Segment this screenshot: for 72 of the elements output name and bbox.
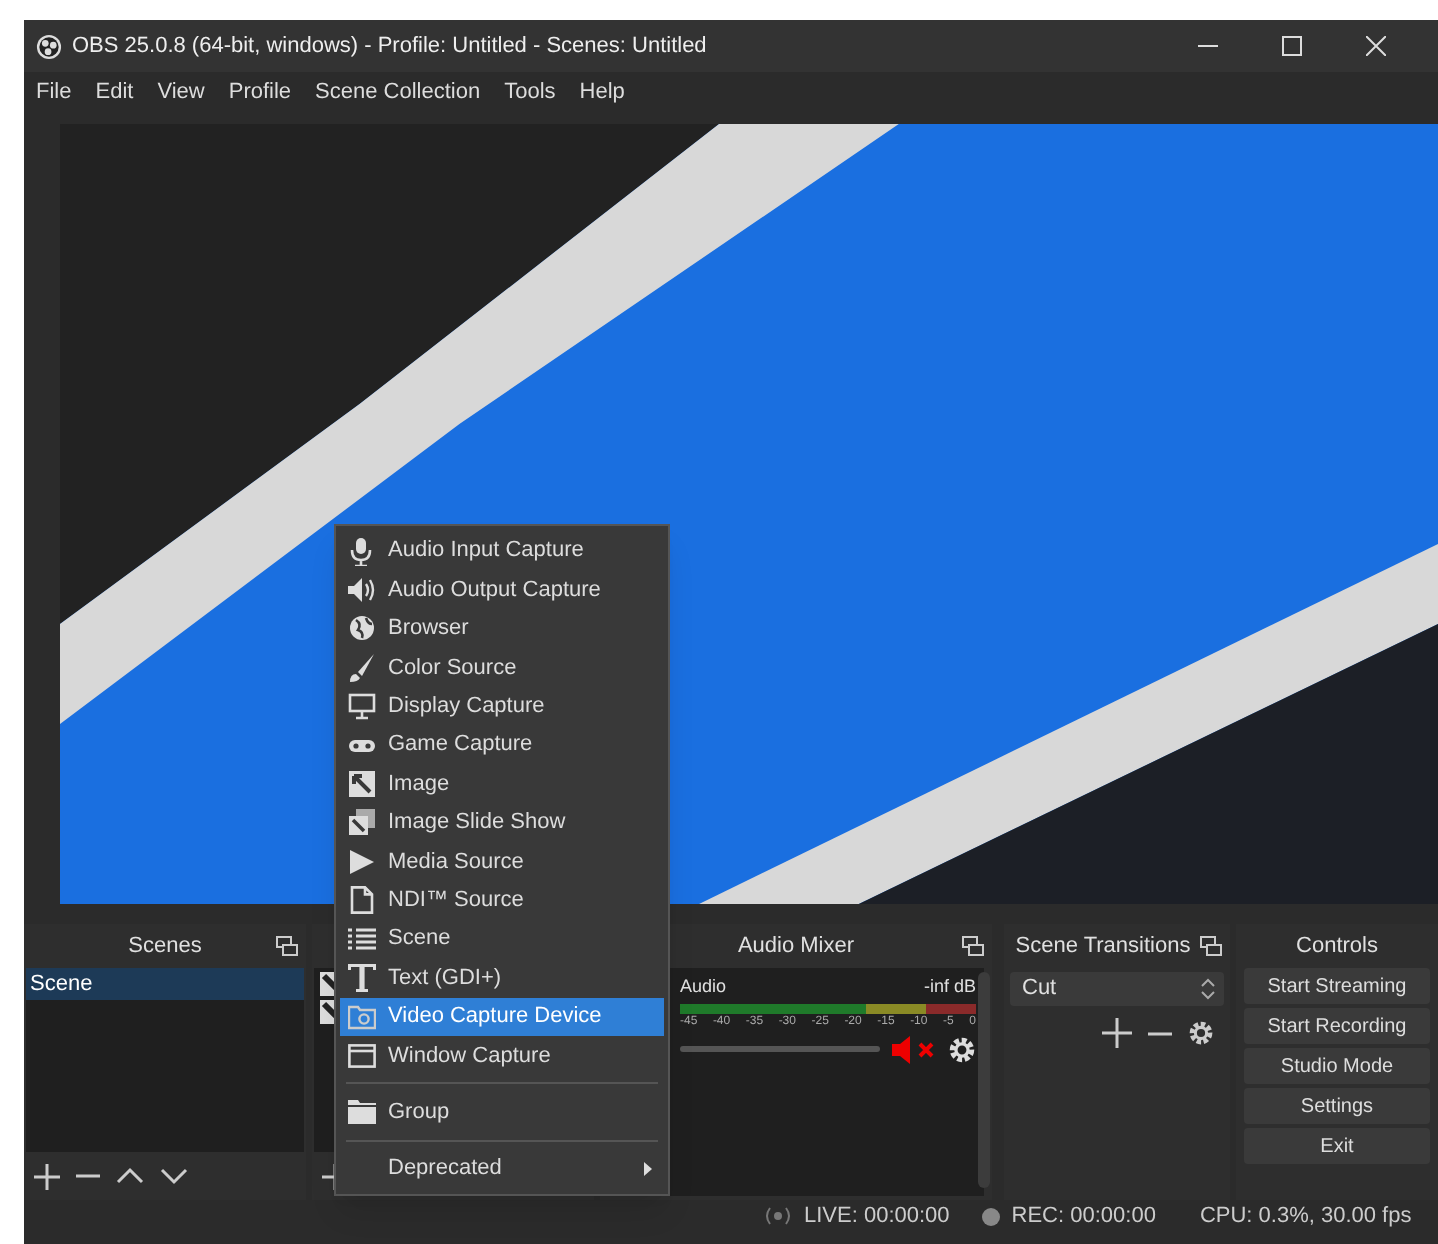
document-icon	[348, 886, 376, 915]
globe-icon	[348, 614, 376, 643]
control-button[interactable]: Start Streaming	[1244, 968, 1430, 1004]
undock-icon[interactable]	[962, 936, 984, 956]
menu-item[interactable]: Image Slide Show	[340, 803, 664, 843]
menu-item[interactable]: NDI™ Source	[340, 881, 664, 920]
menu-item[interactable]: Game Capture	[340, 725, 664, 765]
menu-item[interactable]: Group	[340, 1092, 664, 1132]
control-button[interactable]: Exit	[1244, 1128, 1430, 1164]
menu-item[interactable]: Text (GDI+)	[340, 958, 664, 998]
panel-title: Scenes	[128, 931, 202, 962]
menu-item[interactable]: Window Capture	[340, 1036, 664, 1075]
cpu-status: CPU: 0.3%, 30.00 fps	[1199, 1201, 1412, 1232]
track-name: Audio	[680, 974, 727, 1000]
microphone-icon	[348, 537, 376, 566]
monitor-icon	[348, 692, 376, 721]
maximize-icon[interactable]	[1282, 36, 1302, 56]
menu-item[interactable]: Image	[340, 764, 664, 804]
play-icon	[348, 847, 376, 876]
menu-item[interactable]: Media Source	[340, 842, 664, 882]
move-down-icon[interactable]	[160, 1166, 188, 1186]
panel-title: Audio Mixer	[737, 931, 855, 962]
menu-item[interactable]: Browser	[340, 609, 664, 649]
menu-item[interactable]: Audio Output Capture	[340, 570, 664, 610]
muted-speaker-icon[interactable]	[892, 1035, 936, 1063]
control-button[interactable]: Studio Mode	[1244, 1048, 1430, 1084]
image-icon	[348, 770, 376, 799]
menu-item[interactable]: Tools	[504, 75, 556, 109]
app-logo-icon	[36, 33, 62, 59]
add-icon[interactable]	[1102, 1018, 1132, 1048]
window-icon	[348, 1041, 376, 1070]
slideshow-icon	[348, 808, 376, 837]
menu-item[interactable]: Color Source	[340, 648, 664, 688]
menu-item[interactable]: Video Capture Device	[340, 997, 664, 1037]
scene-item[interactable]: Scene	[26, 968, 304, 1000]
panel-title: Controls	[1296, 931, 1378, 962]
broadcast-icon	[764, 1206, 792, 1226]
menu-item[interactable]: Display Capture	[340, 687, 664, 726]
close-icon[interactable]	[1366, 36, 1386, 56]
folder-icon	[348, 1098, 376, 1127]
transition-dropdown[interactable]: Cut	[1010, 972, 1224, 1006]
menu-item[interactable]: Deprecated	[340, 1149, 664, 1189]
text-icon	[348, 963, 376, 992]
undock-icon[interactable]	[276, 936, 298, 956]
menu-item[interactable]: Help	[579, 75, 625, 109]
menu-item[interactable]: Audio Input Capture	[340, 532, 664, 571]
undock-icon[interactable]	[1200, 936, 1222, 956]
camera-icon	[348, 1002, 376, 1031]
menu-item[interactable]: Profile	[228, 75, 292, 109]
record-indicator-icon	[981, 1207, 1000, 1225]
volume-reading: -inf dB	[923, 974, 976, 1000]
settings-icon[interactable]	[1188, 1020, 1214, 1046]
scrollbar[interactable]	[978, 972, 990, 1188]
control-button[interactable]: Settings	[1244, 1088, 1430, 1124]
list-icon	[348, 925, 376, 954]
menu-item[interactable]: Scene	[340, 919, 664, 959]
submenu-arrow-icon	[644, 1162, 652, 1177]
menu-item[interactable]: View	[157, 75, 205, 109]
menu-item[interactable]: File	[36, 75, 72, 109]
control-button[interactable]: Start Recording	[1244, 1008, 1430, 1044]
settings-icon[interactable]	[948, 1035, 976, 1063]
move-up-icon[interactable]	[116, 1166, 144, 1186]
add-icon[interactable]	[34, 1163, 60, 1189]
window-title: OBS 25.0.8 (64-bit, windows) - Profile: Untitled - Scenes: Untitled	[72, 31, 707, 62]
menu-item[interactable]: Scene Collection	[315, 75, 481, 109]
menu-item[interactable]: Edit	[95, 75, 134, 109]
recording-status: REC: 00:00:00	[1011, 1201, 1156, 1232]
speaker-icon	[348, 576, 376, 605]
brush-icon	[348, 653, 376, 682]
spinner-icon	[1200, 978, 1216, 1000]
live-status: LIVE: 00:00:00	[804, 1201, 950, 1232]
panel-title: Scene Transitions	[1015, 931, 1191, 962]
